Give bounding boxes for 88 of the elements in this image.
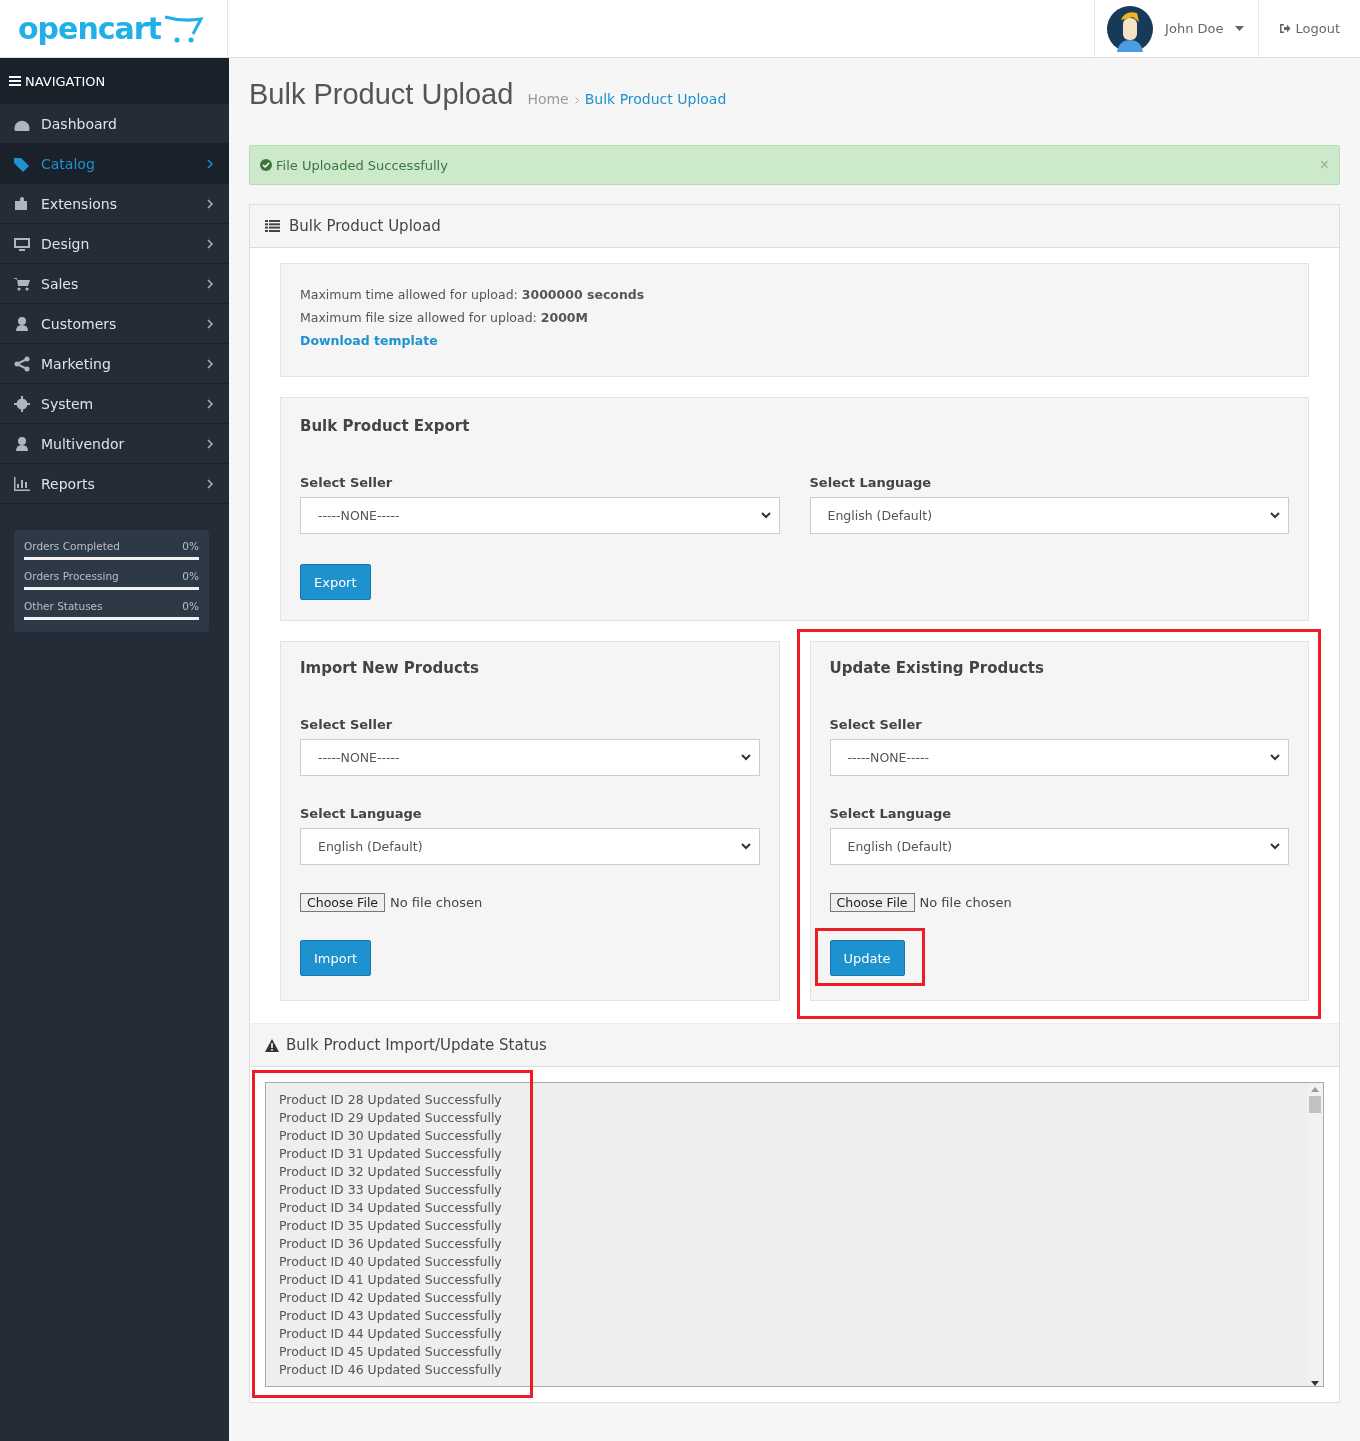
nav-item[interactable]: Multivendor — [0, 424, 229, 464]
section-title: Bulk Product Export — [300, 417, 471, 435]
scroll-down-icon[interactable] — [1311, 1381, 1319, 1386]
field-label: Select Language — [300, 806, 423, 821]
cart-logo-icon — [162, 13, 203, 44]
chevron-down-icon — [740, 843, 751, 850]
log-line: Product ID 32 Updated Successfully — [279, 1163, 503, 1181]
stat-label: Other Statuses — [24, 600, 103, 612]
user-icon — [13, 315, 31, 332]
logout-button[interactable]: Logout — [1259, 0, 1360, 57]
select-field[interactable]: -----NONE----- — [300, 497, 780, 534]
menu-icon — [9, 76, 21, 86]
user-menu[interactable]: John Doe — [1094, 0, 1260, 57]
log-line: Product ID 35 Updated Successfully — [279, 1217, 503, 1235]
log-line: Product ID 40 Updated Successfully — [279, 1253, 503, 1271]
info-text: Maximum file size allowed for upload: 2000M — [300, 309, 589, 327]
stat-value: 0% — [182, 600, 199, 612]
logout-icon — [1279, 23, 1292, 34]
user-icon — [13, 435, 31, 452]
info-text: Maximum time allowed for upload: 3000000 seconds — [300, 286, 646, 304]
user-name: John Doe — [1165, 21, 1224, 36]
scrollbar-thumb[interactable] — [1309, 1096, 1321, 1113]
nav-item[interactable]: Extensions — [0, 184, 229, 224]
select-field[interactable]: English (Default) — [300, 828, 760, 865]
log-line: Product ID 28 Updated Successfully — [279, 1091, 503, 1109]
log-line: Product ID 42 Updated Successfully — [279, 1289, 503, 1307]
field-label: Select Language — [829, 806, 953, 821]
export-button[interactable]: Export — [300, 564, 371, 600]
stat-label: Orders Completed — [24, 540, 120, 552]
nav-item[interactable]: Reports — [0, 464, 229, 504]
nav-item[interactable]: Design — [0, 224, 229, 264]
select-field[interactable]: English (Default) — [829, 828, 1289, 865]
avatar-icon — [1107, 5, 1154, 52]
section-title: Update Existing Products — [829, 659, 1045, 677]
caret-icon — [1235, 26, 1245, 31]
file-status: No file chosen — [919, 895, 1012, 910]
select-field[interactable]: -----NONE----- — [829, 739, 1289, 776]
field-label: Select Language — [809, 475, 933, 490]
log-line: Product ID 46 Updated Successfully — [279, 1361, 503, 1379]
select-field[interactable]: English (Default) — [809, 497, 1289, 534]
alert-message: File Uploaded Successfully — [276, 157, 449, 173]
choose-file-button[interactable]: Choose File — [829, 893, 915, 912]
log-line: Product ID 33 Updated Successfully — [279, 1181, 503, 1199]
log-line: Product ID 45 Updated Successfully — [279, 1343, 503, 1361]
warning-icon — [265, 1038, 279, 1052]
chevron-down-icon — [740, 754, 751, 761]
log-line: Product ID 31 Updated Successfully — [279, 1145, 503, 1163]
log-line: Product ID 44 Updated Successfully — [279, 1325, 503, 1343]
nav-item[interactable]: Marketing — [0, 344, 229, 384]
tag-icon — [13, 155, 31, 172]
chevron-down-icon — [1270, 754, 1280, 761]
chevron-down-icon — [1270, 843, 1280, 850]
stat-value: 0% — [182, 540, 199, 552]
scroll-up-icon[interactable] — [1311, 1087, 1319, 1092]
share-icon — [13, 355, 31, 372]
monitor-icon — [13, 235, 31, 252]
log-line: Product ID 36 Updated Successfully — [279, 1235, 503, 1253]
stat-value: 0% — [182, 570, 199, 582]
log-line: Product ID 34 Updated Successfully — [279, 1199, 503, 1217]
check-circle-icon — [260, 159, 272, 171]
cart-icon — [13, 275, 31, 292]
section-title: Import New Products — [300, 659, 480, 677]
nav-item[interactable]: Customers — [0, 304, 229, 344]
choose-file-button[interactable]: Choose File — [300, 893, 386, 912]
bar-chart-icon — [13, 475, 31, 492]
log-line: Product ID 43 Updated Successfully — [279, 1307, 503, 1325]
list-icon — [265, 220, 280, 232]
status-title: Bulk Product Import/Update Status — [286, 1036, 547, 1054]
page-title: Bulk Product Upload — [249, 78, 514, 111]
nav-item[interactable]: System — [0, 384, 229, 424]
navigation-heading: NAVIGATION — [0, 58, 229, 104]
nav-item[interactable]: Sales — [0, 264, 229, 304]
field-label: Select Seller — [300, 475, 394, 490]
submit-button[interactable]: Import — [300, 940, 372, 976]
stat-label: Orders Processing — [24, 570, 119, 582]
chevron-down-icon — [1270, 512, 1280, 519]
nav-item[interactable]: Catalog — [0, 144, 229, 184]
select-field[interactable]: -----NONE----- — [300, 739, 760, 776]
submit-button[interactable]: Update — [829, 940, 905, 976]
log-line: Product ID 29 Updated Successfully — [279, 1109, 503, 1127]
field-label: Select Seller — [300, 717, 394, 732]
panel-title: Bulk Product Upload — [289, 217, 441, 235]
file-status: No file chosen — [390, 895, 483, 910]
chevron-down-icon — [760, 512, 771, 519]
log-line: Product ID 30 Updated Successfully — [279, 1127, 503, 1145]
chevron-icon — [574, 97, 579, 104]
field-label: Select Seller — [829, 717, 923, 732]
log-line: Product ID 41 Updated Successfully — [279, 1271, 503, 1289]
